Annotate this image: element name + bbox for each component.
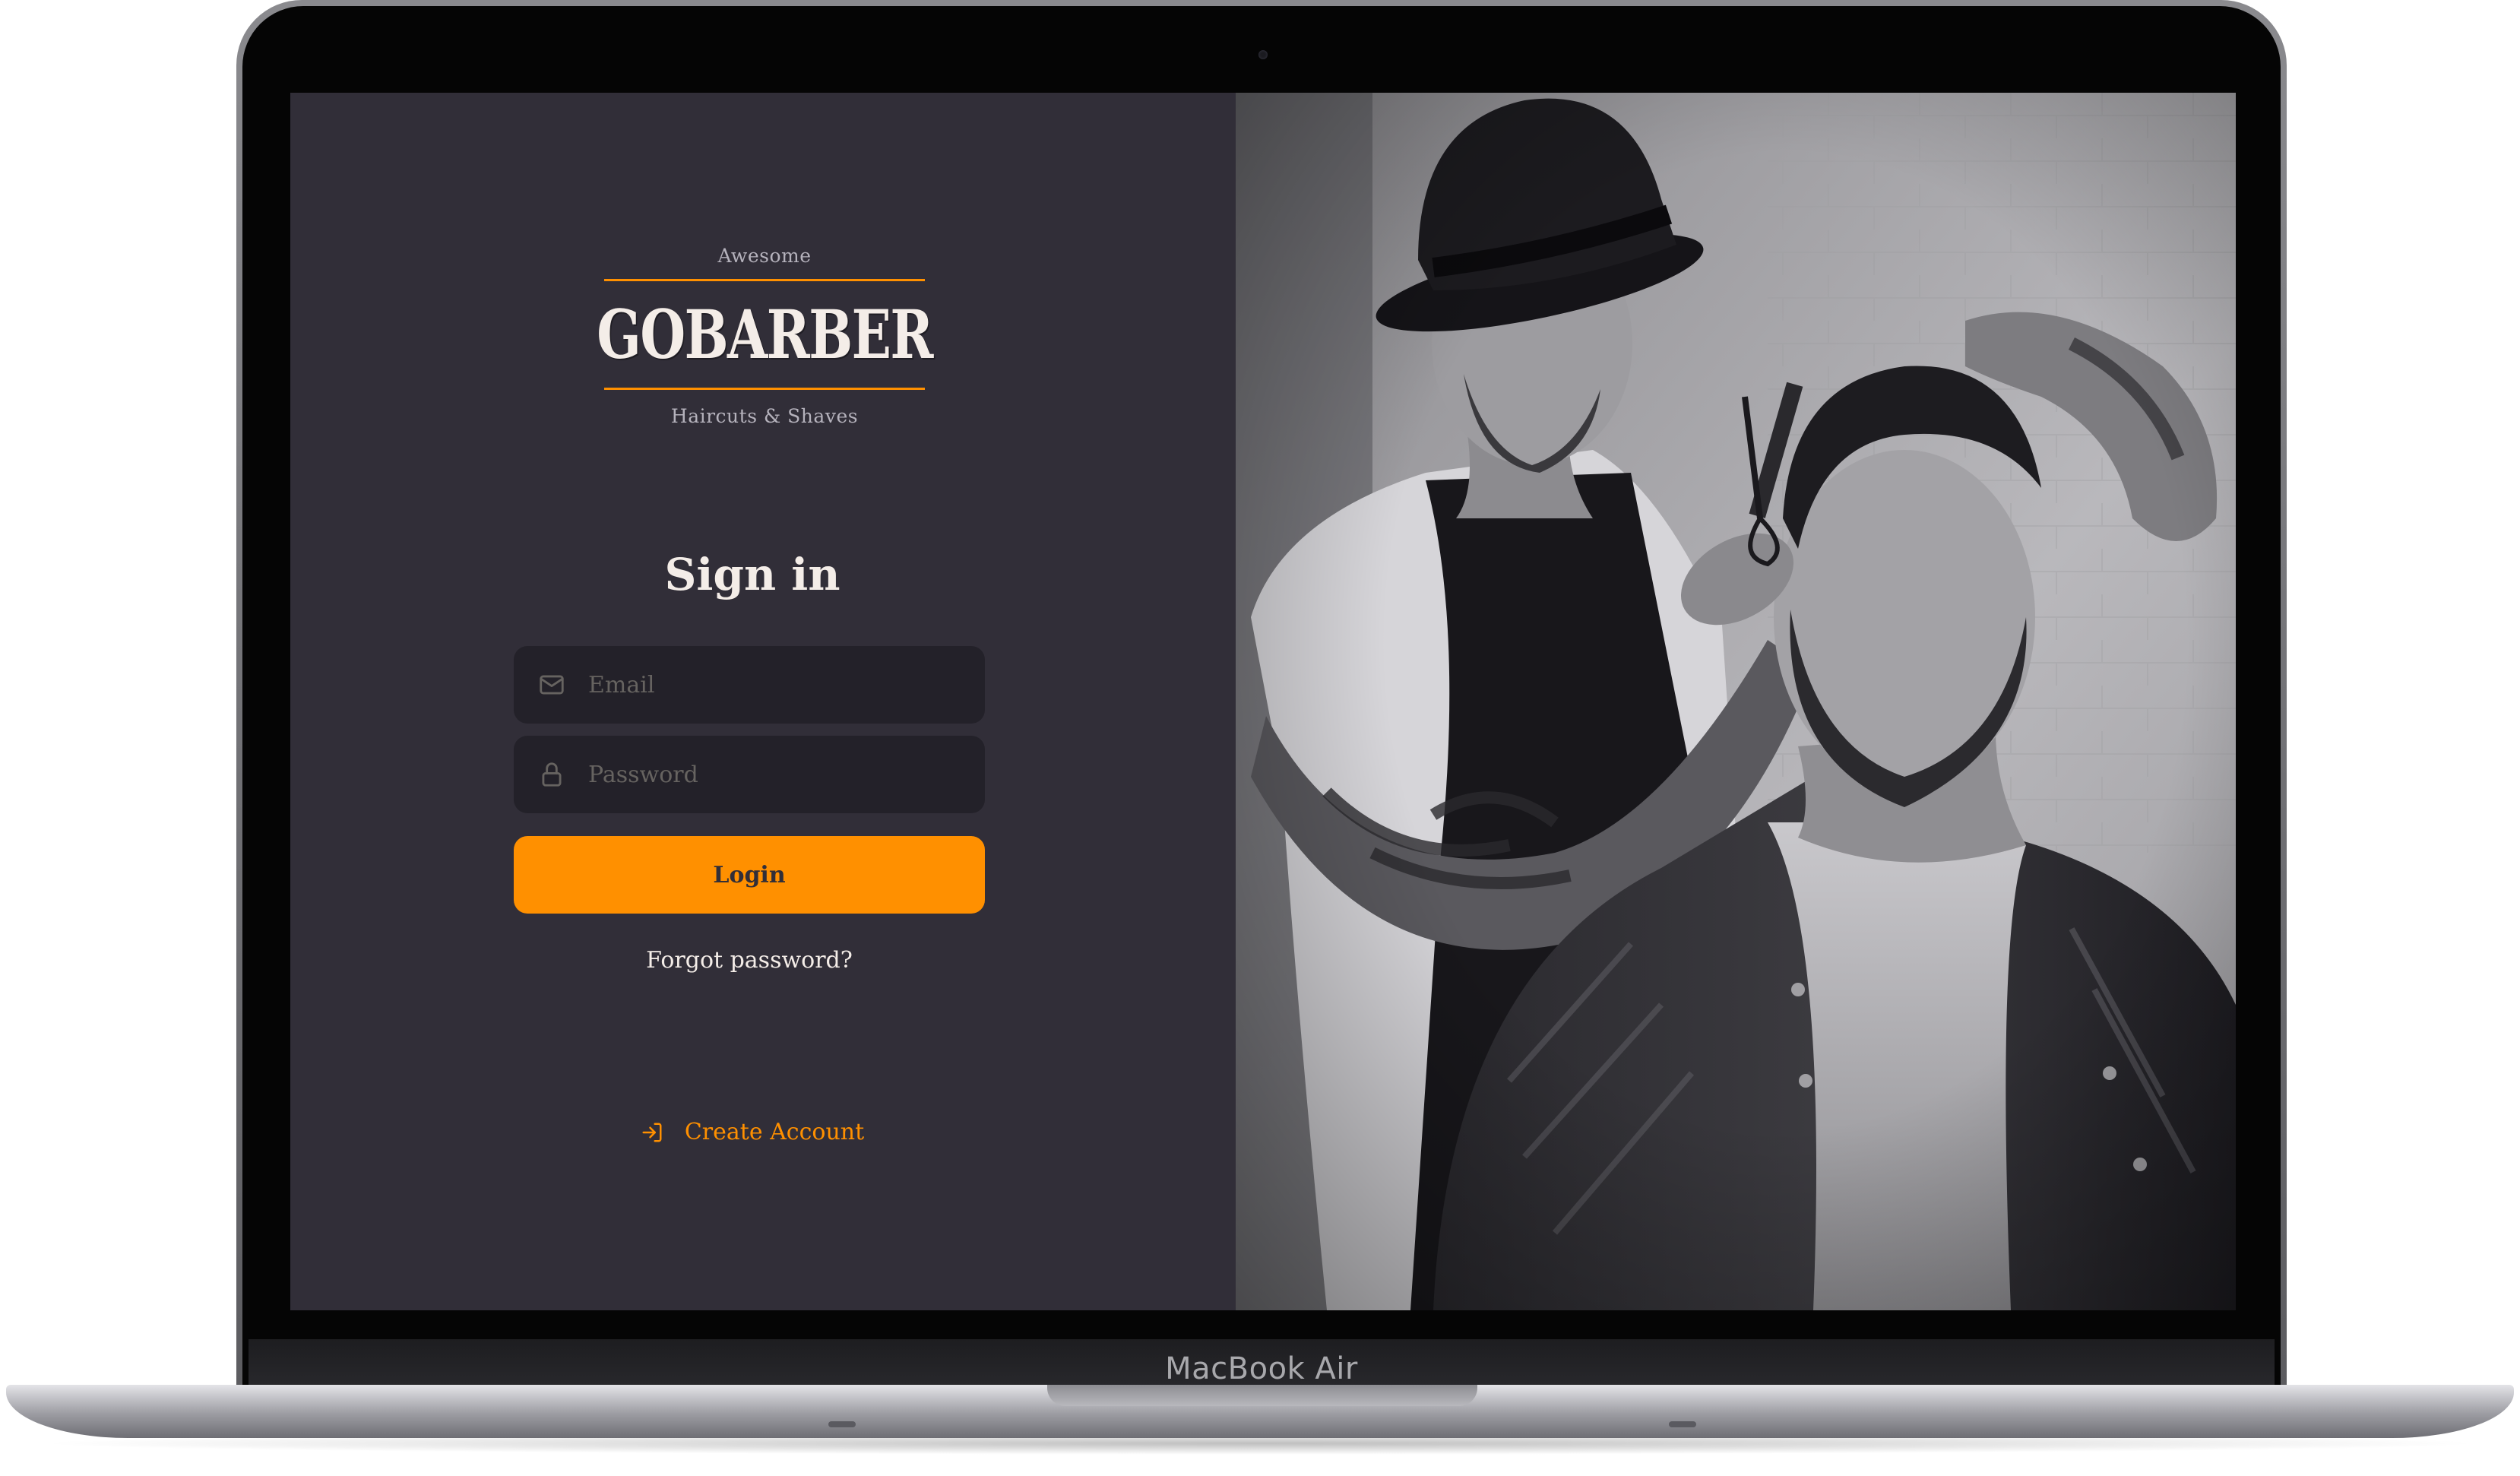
- logo-wordmark: GOBARBER: [590, 281, 939, 388]
- password-input[interactable]: [587, 760, 985, 789]
- email-field[interactable]: [514, 646, 985, 724]
- gobarber-logo: Awesome GOBARBER Haircuts & Shaves: [590, 245, 939, 450]
- logo-tagline-top: Awesome: [717, 245, 812, 267]
- log-in-icon: [641, 1121, 663, 1144]
- password-field[interactable]: [514, 736, 985, 813]
- logo-rule-bottom: [604, 388, 925, 390]
- lock-icon: [537, 759, 567, 790]
- email-input[interactable]: [587, 670, 985, 699]
- laptop-foot-left: [828, 1421, 856, 1427]
- create-account-label: Create Account: [684, 1119, 865, 1145]
- logo-tagline-bottom: Haircuts & Shaves: [670, 405, 859, 427]
- logo-name: GOBARBER: [597, 295, 933, 374]
- laptop-base-notch: [1047, 1385, 1477, 1406]
- camera-icon: [1258, 50, 1268, 59]
- mail-icon: [537, 670, 567, 700]
- create-account-link[interactable]: Create Account: [290, 1119, 1214, 1145]
- signin-panel: Awesome GOBARBER Haircuts & Shaves Sign …: [290, 93, 1236, 1310]
- device-model-label: MacBook Air: [1165, 1351, 1358, 1386]
- forgot-password-link[interactable]: Forgot password?: [514, 947, 985, 974]
- page-title: Sign in: [664, 549, 841, 600]
- barber-photo: [1236, 93, 2236, 1310]
- login-button[interactable]: Login: [514, 836, 985, 914]
- barber-photo-illustration: [1236, 93, 2236, 1310]
- laptop-foot-right: [1669, 1421, 1696, 1427]
- app-screen: Awesome GOBARBER Haircuts & Shaves Sign …: [290, 93, 2236, 1310]
